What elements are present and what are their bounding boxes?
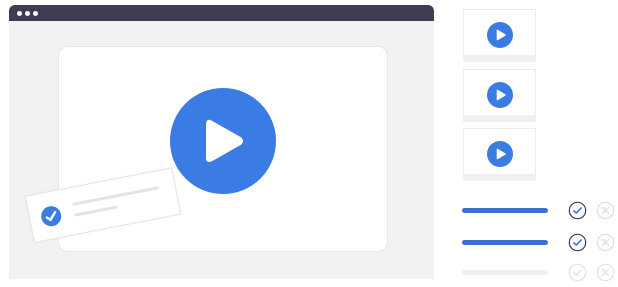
progress-bar-complete: [462, 240, 548, 245]
check-circle-icon: [39, 204, 63, 228]
play-icon: [487, 82, 513, 108]
play-icon: [487, 141, 513, 167]
thumbnail-caption-bar: [463, 55, 536, 62]
play-icon: [206, 119, 243, 162]
play-button[interactable]: [170, 88, 276, 194]
check-circle-outline-icon[interactable]: [568, 233, 587, 252]
check-circle-outline-icon[interactable]: [568, 201, 587, 220]
close-circle-outline-icon[interactable]: [596, 201, 615, 220]
progress-bar-pending: [462, 270, 548, 275]
window-control-dot[interactable]: [33, 11, 38, 16]
thumbnail-caption-bar: [463, 174, 536, 181]
video-thumbnail[interactable]: [463, 9, 536, 59]
note-text-line: [74, 205, 118, 217]
note-text-line: [72, 186, 160, 206]
progress-bar-complete: [462, 208, 548, 213]
thumbnail-caption-bar: [463, 115, 536, 122]
close-circle-outline-icon[interactable]: [596, 233, 615, 252]
play-icon: [487, 22, 513, 48]
window-control-dot[interactable]: [25, 11, 30, 16]
window-title-bar: [9, 5, 434, 21]
video-thumbnail[interactable]: [463, 69, 536, 119]
check-circle-outline-icon[interactable]: [568, 263, 587, 282]
window-control-dot[interactable]: [17, 11, 22, 16]
video-thumbnail[interactable]: [463, 128, 536, 178]
close-circle-outline-icon[interactable]: [596, 263, 615, 282]
